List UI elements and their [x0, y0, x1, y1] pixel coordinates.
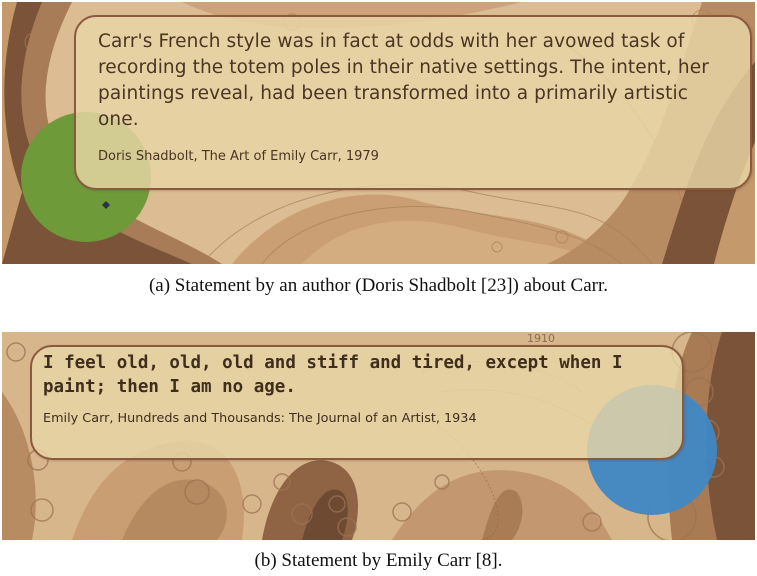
caption-b: (b) Statement by Emily Carr [8].	[254, 550, 503, 571]
attribution-a: Doris Shadbolt, The Art of Emily Carr, 1…	[98, 149, 379, 164]
quote-box-b: I feel old, old, old and stiff and tired…	[30, 345, 684, 460]
figure-panel-b: 1910 I feel old, old, old and stiff and …	[2, 332, 755, 540]
figure-panel-a: Carr's French style was in fact at odds …	[2, 2, 755, 264]
year-label: 1910	[527, 332, 555, 345]
quote-text-a: Carr's French style was in fact at odds …	[98, 31, 709, 130]
caption-a: (a) Statement by an author (Doris Shadbo…	[148, 275, 609, 296]
quote-text-b: I feel old, old, old and stiff and tired…	[43, 353, 623, 397]
quote-box-a: Carr's French style was in fact at odds …	[74, 15, 752, 190]
attribution-b: Emily Carr, Hundreds and Thousands: The …	[43, 411, 477, 426]
